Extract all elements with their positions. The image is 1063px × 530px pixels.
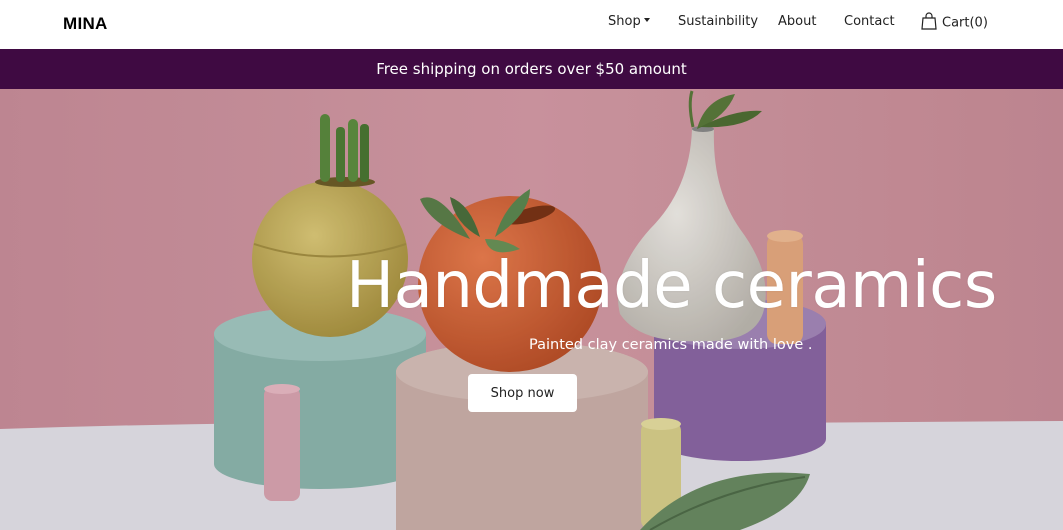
nav-item-sustainability[interactable]: Sustainbility: [678, 14, 758, 29]
shopping-bag-icon: [921, 12, 937, 30]
shop-now-button[interactable]: Shop now: [468, 374, 577, 412]
cart-link[interactable]: Cart(0): [921, 12, 988, 32]
hero-section: Handmade ceramics Painted clay ceramics …: [0, 89, 1063, 530]
nav-item-shop-label: Shop: [608, 14, 641, 29]
brand-logo[interactable]: MINA: [63, 14, 108, 34]
nav-item-about[interactable]: About: [778, 14, 816, 29]
caret-down-icon: [643, 17, 650, 22]
promo-banner: Free shipping on orders over $50 amount: [0, 49, 1063, 89]
navbar: MINA Shop Sustainbility About Contact Ca…: [0, 0, 1063, 48]
nav-item-contact[interactable]: Contact: [844, 14, 895, 29]
hero-title: Handmade ceramics: [346, 249, 997, 323]
promo-banner-text: Free shipping on orders over $50 amount: [376, 60, 687, 78]
cart-label: Cart(0): [942, 15, 988, 31]
hero-subtitle: Painted clay ceramics made with love .: [529, 337, 813, 353]
nav-item-shop[interactable]: Shop: [608, 14, 650, 29]
